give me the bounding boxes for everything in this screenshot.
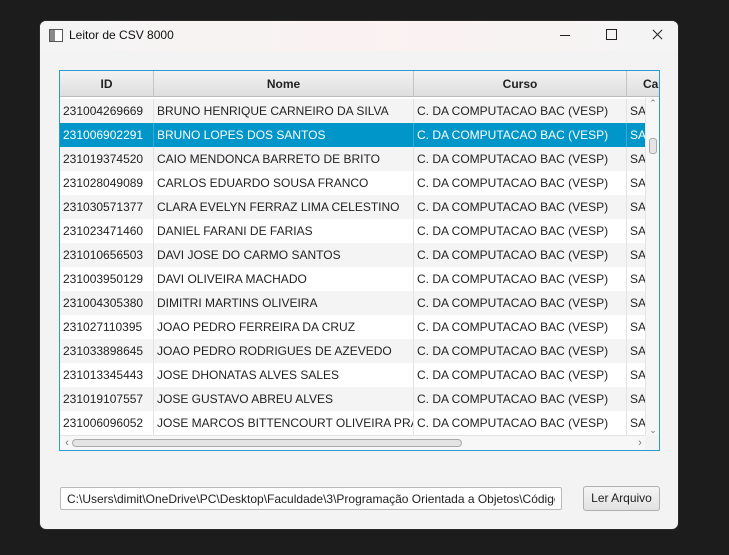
cell-curso: C. DA COMPUTACAO BAC (VESP) — [414, 267, 627, 291]
cell-campus: SAO — [630, 416, 645, 430]
cell-campus: SAO — [630, 296, 645, 310]
table-row[interactable]: 231030571377 CLARA EVELYN FERRAZ LIMA CEL… — [60, 195, 645, 219]
cell-id: 231019374520 — [60, 147, 154, 171]
cell-id: 231013345443 — [60, 363, 154, 387]
cell-id: 231004269669 — [60, 99, 154, 123]
file-path-input[interactable] — [60, 487, 562, 510]
table-row[interactable]: 231004305380 DIMITRI MARTINS OLIVEIRA C. D… — [60, 291, 645, 315]
table-row[interactable]: 231023471460 DANIEL FARANI DE FARIAS C. DA… — [60, 219, 645, 243]
cell-id: 231010656503 — [60, 243, 154, 267]
cell-campus: SAO — [630, 224, 645, 238]
cell-campus: SAO — [630, 368, 645, 382]
table-row[interactable]: 231028049089 CARLOS EDUARDO SOUSA FRANCO C… — [60, 171, 645, 195]
scrollbar-corner — [645, 435, 659, 450]
table-row[interactable]: 231003950129 DAVI OLIVEIRA MACHADO C. DA C… — [60, 267, 645, 291]
cell-id: 231027110395 — [60, 315, 154, 339]
cell-curso: C. DA COMPUTACAO BAC (VESP) — [414, 219, 627, 243]
app-window-icon — [49, 29, 63, 42]
cell-id: 231019107557 — [60, 387, 154, 411]
cell-curso: C. DA COMPUTACAO BAC (VESP) — [414, 123, 627, 147]
cell-curso: C. DA COMPUTACAO BAC (VESP) — [414, 363, 627, 387]
cell-nome: CARLOS EDUARDO SOUSA FRANCO — [154, 171, 414, 195]
cell-nome: CLARA EVELYN FERRAZ LIMA CELESTINO — [154, 195, 414, 219]
scroll-left-icon[interactable]: ‹ — [62, 437, 72, 449]
cell-id: 231006096052 — [60, 411, 154, 435]
cell-nome: JOAO PEDRO FERREIRA DA CRUZ — [154, 315, 414, 339]
table-row[interactable]: 231006096052 JOSE MARCOS BITTENCOURT OLIV… — [60, 411, 645, 435]
scroll-right-icon[interactable]: › — [635, 437, 645, 449]
table-body: 231004269669 BRUNO HENRIQUE CARNEIRO DA S… — [60, 99, 645, 435]
cell-campus: SAO — [630, 152, 645, 166]
table-row[interactable]: 231019374520 CAIO MENDONCA BARRETO DE BRI… — [60, 147, 645, 171]
table-row[interactable]: 231006902291 BRUNO LOPES DOS SANTOS C. DA … — [60, 123, 645, 147]
cell-campus: SAO — [630, 176, 645, 190]
column-header-curso[interactable]: Curso — [414, 71, 627, 97]
cell-nome: DAVI JOSE DO CARMO SANTOS — [154, 243, 414, 267]
cell-id: 231033898645 — [60, 339, 154, 363]
cell-nome: BRUNO HENRIQUE CARNEIRO DA SILVA — [154, 99, 414, 123]
vertical-scrollbar[interactable]: ⌃ ⌄ — [645, 98, 659, 435]
column-header-id[interactable]: ID — [60, 71, 154, 97]
cell-nome: JOSE MARCOS BITTENCOURT OLIVEIRA PRADO — [154, 411, 414, 435]
cell-curso: C. DA COMPUTACAO BAC (VESP) — [414, 195, 627, 219]
cell-id: 231006902291 — [60, 123, 154, 147]
cell-campus: SAO — [630, 200, 645, 214]
title-bar[interactable]: Leitor de CSV 8000 — [40, 21, 678, 51]
cell-nome: DANIEL FARANI DE FARIAS — [154, 219, 414, 243]
cell-campus: SAO — [630, 320, 645, 334]
table-row[interactable]: 231033898645 JOAO PEDRO RODRIGUES DE AZEV… — [60, 339, 645, 363]
cell-campus: SAO — [630, 392, 645, 406]
cell-nome: JOSE DHONATAS ALVES SALES — [154, 363, 414, 387]
cell-id: 231023471460 — [60, 219, 154, 243]
column-header-nome[interactable]: Nome — [154, 71, 414, 97]
app-window: Leitor de CSV 8000 ID Nome Curso Car 231… — [39, 20, 679, 530]
column-header-campus[interactable]: Car — [627, 71, 659, 97]
table-row[interactable]: 231013345443 JOSE DHONATAS ALVES SALES C. … — [60, 363, 645, 387]
vertical-scroll-thumb[interactable] — [649, 138, 657, 154]
close-icon[interactable] — [634, 21, 678, 51]
cell-curso: C. DA COMPUTACAO BAC (VESP) — [414, 171, 627, 195]
cell-nome: BRUNO LOPES DOS SANTOS — [154, 123, 414, 147]
cell-nome: DIMITRI MARTINS OLIVEIRA — [154, 291, 414, 315]
students-table[interactable]: ID Nome Curso Car 231004269669BRUNO HENR… — [59, 70, 660, 451]
table-row[interactable]: 231019107557 JOSE GUSTAVO ABREU ALVES C. D… — [60, 387, 645, 411]
table-row[interactable]: 231004269669 BRUNO HENRIQUE CARNEIRO DA S… — [60, 99, 645, 123]
cell-id: 231030571377 — [60, 195, 154, 219]
cell-campus: SAO — [630, 248, 645, 262]
cell-campus: SAO — [630, 344, 645, 358]
cell-nome: JOSE GUSTAVO ABREU ALVES — [154, 387, 414, 411]
horizontal-scrollbar[interactable]: ‹ › — [60, 435, 645, 450]
window-title: Leitor de CSV 8000 — [69, 28, 174, 42]
table-header: ID Nome Curso Car — [60, 71, 659, 97]
read-file-button[interactable]: Ler Arquivo — [583, 486, 660, 511]
cell-curso: C. DA COMPUTACAO BAC (VESP) — [414, 99, 627, 123]
cell-campus: SAO — [630, 104, 645, 118]
cell-curso: C. DA COMPUTACAO BAC (VESP) — [414, 387, 627, 411]
cell-id: 231028049089 — [60, 171, 154, 195]
horizontal-scroll-thumb[interactable] — [72, 439, 462, 447]
scroll-down-icon[interactable]: ⌄ — [649, 425, 657, 435]
cell-campus: SAO — [630, 128, 645, 142]
cell-nome: CAIO MENDONCA BARRETO DE BRITO — [154, 147, 414, 171]
cell-nome: JOAO PEDRO RODRIGUES DE AZEVEDO — [154, 339, 414, 363]
cell-campus: SAO — [630, 272, 645, 286]
cell-id: 231004305380 — [60, 291, 154, 315]
cell-curso: C. DA COMPUTACAO BAC (VESP) — [414, 291, 627, 315]
minimize-icon[interactable] — [542, 21, 588, 51]
cell-curso: C. DA COMPUTACAO BAC (VESP) — [414, 147, 627, 171]
cell-nome: DAVI OLIVEIRA MACHADO — [154, 267, 414, 291]
cell-curso: C. DA COMPUTACAO BAC (VESP) — [414, 243, 627, 267]
cell-curso: C. DA COMPUTACAO BAC (VESP) — [414, 339, 627, 363]
cell-curso: C. DA COMPUTACAO BAC (VESP) — [414, 411, 627, 435]
maximize-icon[interactable] — [588, 21, 634, 51]
cell-id: 231003950129 — [60, 267, 154, 291]
scroll-up-icon[interactable]: ⌃ — [649, 98, 657, 108]
cell-curso: C. DA COMPUTACAO BAC (VESP) — [414, 315, 627, 339]
table-row[interactable]: 231027110395 JOAO PEDRO FERREIRA DA CRUZ C… — [60, 315, 645, 339]
table-row[interactable]: 231010656503 DAVI JOSE DO CARMO SANTOS C. … — [60, 243, 645, 267]
